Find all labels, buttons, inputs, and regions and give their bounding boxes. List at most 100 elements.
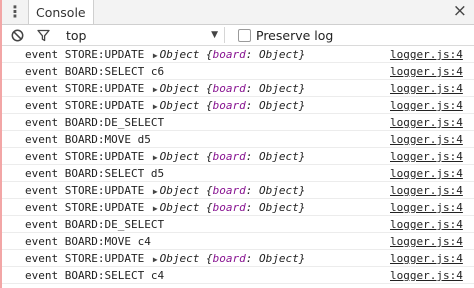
object-expander[interactable]: ▶ Object {board: Object} [151,150,306,163]
expand-triangle-icon[interactable]: ▶ [153,153,158,162]
log-text: event BOARD:SELECT c6 [25,65,165,78]
filter-icon[interactable] [32,25,54,45]
object-value-type: Object [259,201,299,214]
log-text: event STORE:UPDATE [25,99,145,112]
object-label: Object [159,184,200,197]
expand-triangle-icon[interactable]: ▶ [153,204,158,213]
object-preview: Object {board: Object} [159,99,306,112]
object-preview: Object {board: Object} [159,150,306,163]
source-link[interactable]: logger.js:4 [390,182,463,199]
vertical-dots-icon[interactable]: ⋮ [2,0,28,24]
log-message: event BOARD:DE_SELECT [25,114,164,131]
source-link[interactable]: logger.js:4 [390,267,463,284]
object-expander[interactable]: ▶ Object {board: Object} [151,184,306,197]
log-text: event STORE:UPDATE [25,82,145,95]
object-value-type: Object [259,99,299,112]
devtools-tab-bar: ⋮ Console × [2,0,474,25]
log-row: event STORE:UPDATE ▶ Object {board: Objec… [2,80,474,97]
source-link[interactable]: logger.js:4 [390,165,463,182]
object-value-type: Object [259,82,299,95]
object-preview: Object {board: Object} [159,184,306,197]
log-text: event STORE:UPDATE [25,201,145,214]
object-value-type: Object [259,48,299,61]
preserve-log-label[interactable]: Preserve log [256,28,333,43]
object-value-type: Object [259,184,299,197]
object-label: Object [159,201,200,214]
object-expander[interactable]: ▶ Object {board: Object} [151,48,306,61]
log-row: event STORE:UPDATE ▶ Object {board: Objec… [2,250,474,267]
tab-console-label: Console [36,4,86,20]
object-key: board [212,150,246,163]
expand-triangle-icon[interactable]: ▶ [153,102,158,111]
object-preview: Object {board: Object} [159,201,306,214]
context-selector-value: top [66,27,87,43]
expand-triangle-icon[interactable]: ▶ [153,85,158,94]
source-link[interactable]: logger.js:4 [390,114,463,131]
object-expander[interactable]: ▶ Object {board: Object} [151,99,306,112]
log-row: event BOARD:SELECT d5 logger.js:4 [2,165,474,182]
log-row: event BOARD:SELECT c6 logger.js:4 [2,63,474,80]
object-key: board [212,201,246,214]
source-link[interactable]: logger.js:4 [390,216,463,233]
log-text: event STORE:UPDATE [25,252,145,265]
expand-triangle-icon[interactable]: ▶ [153,255,158,264]
log-row: event STORE:UPDATE ▶ Object {board: Objec… [2,46,474,63]
log-message: event BOARD:DE_SELECT [25,216,164,233]
log-text: event BOARD:DE_SELECT [25,218,165,231]
log-text: event STORE:UPDATE [25,184,145,197]
object-label: Object [159,150,200,163]
log-text: event BOARD:SELECT d5 [25,167,165,180]
log-message: event BOARD:SELECT d5 [25,165,164,182]
source-link[interactable]: logger.js:4 [390,97,463,114]
log-row: event STORE:UPDATE ▶ Object {board: Objec… [2,199,474,216]
expand-triangle-icon[interactable]: ▶ [153,51,158,60]
object-value-type: Object [259,252,299,265]
console-toolbar: top ▼ Preserve log [2,25,474,46]
source-link[interactable]: logger.js:4 [390,46,463,63]
source-link[interactable]: logger.js:4 [390,80,463,97]
object-expander[interactable]: ▶ Object {board: Object} [151,201,306,214]
log-message: event STORE:UPDATE ▶ Object {board: Objec… [25,250,305,268]
log-message: event STORE:UPDATE ▶ Object {board: Objec… [25,97,305,115]
log-row: event STORE:UPDATE ▶ Object {board: Objec… [2,148,474,165]
log-row: event BOARD:DE_SELECT logger.js:4 [2,216,474,233]
preserve-log-checkbox[interactable] [238,28,251,42]
context-selector[interactable]: top ▼ [66,28,218,43]
log-message: event STORE:UPDATE ▶ Object {board: Objec… [25,182,305,200]
log-text: event BOARD:SELECT c4 [25,269,165,282]
log-text: event BOARD:MOVE d5 [25,133,151,146]
log-row: event BOARD:MOVE c4 logger.js:4 [2,233,474,250]
close-icon[interactable]: × [453,3,467,20]
triangle-down-icon: ▼ [211,30,218,40]
log-row: event STORE:UPDATE ▶ Object {board: Objec… [2,182,474,199]
source-link[interactable]: logger.js:4 [390,250,463,267]
source-link[interactable]: logger.js:4 [390,148,463,165]
object-key: board [212,48,246,61]
tab-console[interactable]: Console [28,0,94,24]
object-expander[interactable]: ▶ Object {board: Object} [151,82,306,95]
object-expander[interactable]: ▶ Object {board: Object} [151,252,306,265]
log-text: event BOARD:MOVE c4 [25,235,151,248]
source-link[interactable]: logger.js:4 [390,199,463,216]
log-row: event BOARD:DE_SELECT logger.js:4 [2,114,474,131]
log-message: event BOARD:MOVE c4 [25,233,151,250]
object-key: board [212,184,246,197]
object-preview: Object {board: Object} [159,252,306,265]
source-link[interactable]: logger.js:4 [390,63,463,80]
source-link[interactable]: logger.js:4 [390,131,463,148]
object-label: Object [159,99,200,112]
log-message: event STORE:UPDATE ▶ Object {board: Objec… [25,148,305,166]
clear-console-icon[interactable] [6,25,28,45]
object-preview: Object {board: Object} [159,82,306,95]
object-label: Object [159,82,200,95]
expand-triangle-icon[interactable]: ▶ [153,187,158,196]
log-message: event STORE:UPDATE ▶ Object {board: Objec… [25,199,305,217]
log-text: event STORE:UPDATE [25,48,145,61]
log-message: event STORE:UPDATE ▶ Object {board: Objec… [25,80,305,98]
log-row: event BOARD:MOVE d5 logger.js:4 [2,131,474,148]
log-row: event BOARD:SELECT c4 logger.js:4 [2,267,474,284]
source-link[interactable]: logger.js:4 [390,233,463,250]
log-row: event STORE:UPDATE ▶ Object {board: Objec… [2,97,474,114]
object-key: board [212,99,246,112]
log-message: event BOARD:SELECT c4 [25,267,164,284]
